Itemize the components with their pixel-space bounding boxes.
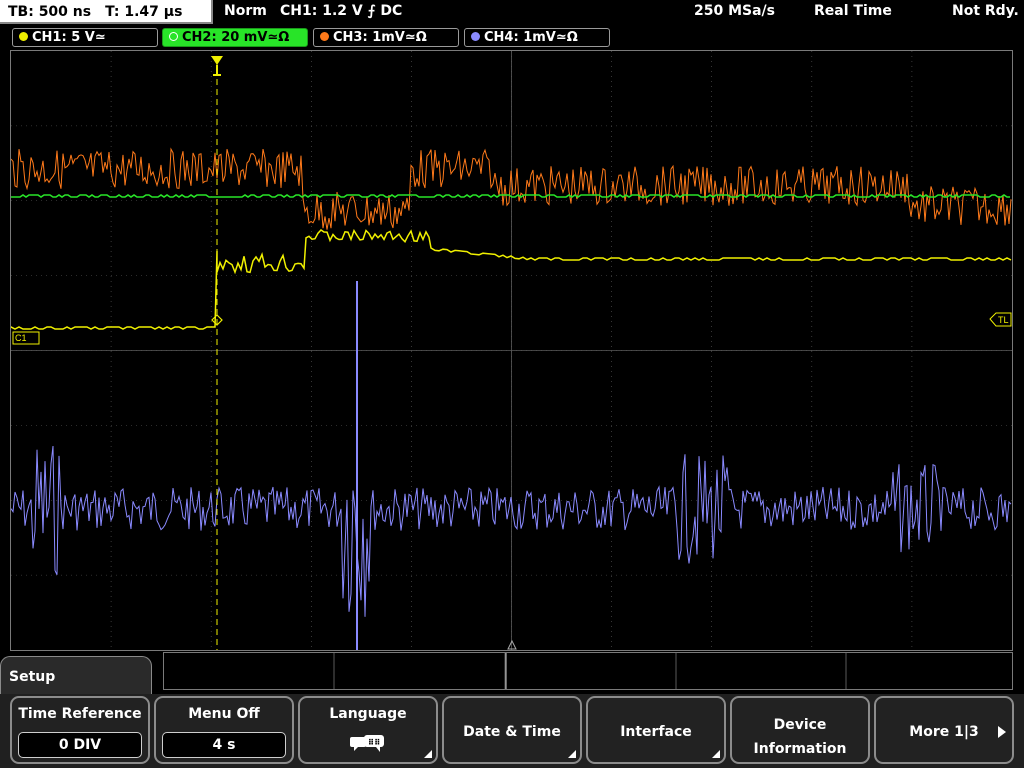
zoom-overview-box bbox=[163, 652, 1013, 690]
menu-off-button[interactable]: Menu Off 4 s bbox=[154, 696, 294, 764]
time-reference-button[interactable]: Time Reference 0 DIV bbox=[10, 696, 150, 764]
sample-rate: 250 MSa/s bbox=[694, 3, 776, 19]
menu-title: Setup bbox=[9, 669, 56, 685]
waveform-display[interactable]: TL C1 bbox=[10, 50, 1013, 651]
svg-text:⠿⠿: ⠿⠿ bbox=[368, 738, 381, 747]
overview-grid bbox=[333, 653, 847, 689]
trigger-time-value: T: 1.47 µs bbox=[105, 4, 183, 20]
softkey-title: Menu Off bbox=[188, 706, 260, 722]
timebase-box[interactable]: TB: 500 ns T: 1.47 µs bbox=[0, 0, 213, 24]
submenu-indicator-icon bbox=[568, 750, 576, 758]
language-button[interactable]: Language ⠿⠿ bbox=[298, 696, 438, 764]
trigger-mode: Norm bbox=[224, 3, 267, 19]
speech-bubbles-icon: ⠿⠿ bbox=[350, 735, 384, 752]
softkey-title: Interface bbox=[620, 724, 692, 740]
time-reference-value: 0 DIV bbox=[18, 732, 142, 758]
ch1-trace bbox=[11, 228, 1012, 330]
acquisition-mode: Real Time bbox=[814, 3, 892, 19]
trigger-level-label: TL bbox=[998, 315, 1009, 325]
date-time-button[interactable]: Date & Time bbox=[442, 696, 582, 764]
ch2-trace bbox=[11, 194, 1010, 198]
channel-label: CH2: 20 mV≃Ω bbox=[182, 30, 290, 45]
softkey-title-line2: Information bbox=[753, 741, 847, 757]
ch1-marker-label: C1 bbox=[15, 333, 27, 343]
softkey-title: Language bbox=[329, 706, 407, 722]
softkey-title: More 1|3 bbox=[909, 724, 979, 740]
ch3-color-dot bbox=[320, 32, 329, 41]
ch2-color-dot bbox=[169, 32, 178, 41]
trigger-position-icon[interactable] bbox=[211, 56, 223, 76]
submenu-indicator-icon bbox=[712, 750, 720, 758]
submenu-indicator-icon bbox=[424, 750, 432, 758]
graticule-grid bbox=[11, 51, 1012, 650]
channel-label: CH4: 1mV≃Ω bbox=[484, 30, 578, 45]
horizontal-position-marker bbox=[507, 639, 517, 650]
menu-off-value: 4 s bbox=[162, 732, 286, 758]
softkey-title: Date & Time bbox=[463, 724, 561, 740]
interface-button[interactable]: Interface bbox=[586, 696, 726, 764]
channel-tab-ch1[interactable]: CH1: 5 V≃ bbox=[12, 28, 158, 47]
softkey-bar: Time Reference 0 DIV Menu Off 4 s Langua… bbox=[0, 694, 1024, 768]
acquisition-status: Not Rdy. bbox=[952, 3, 1019, 19]
next-page-icon bbox=[998, 726, 1006, 738]
status-bar: TB: 500 ns T: 1.47 µs Norm CH1: 1.2 V ⨍ D… bbox=[0, 0, 1024, 26]
ch1-ground-marker[interactable]: C1 bbox=[12, 331, 40, 345]
ch4-color-dot bbox=[471, 32, 480, 41]
trigger-info: CH1: 1.2 V ⨍ DC bbox=[280, 3, 403, 19]
channel-tab-ch2[interactable]: CH2: 20 mV≃Ω bbox=[162, 28, 308, 47]
channel-tab-ch3[interactable]: CH3: 1mV≃Ω bbox=[313, 28, 459, 47]
more-button[interactable]: More 1|3 bbox=[874, 696, 1014, 764]
softkey-title-line1: Device bbox=[773, 717, 827, 733]
device-information-button[interactable]: Device Information bbox=[730, 696, 870, 764]
channel-label: CH1: 5 V≃ bbox=[32, 30, 106, 45]
trigger-level-marker[interactable]: TL bbox=[989, 312, 1012, 327]
timebase-value: TB: 500 ns bbox=[8, 4, 92, 20]
softkey-title: Time Reference bbox=[18, 706, 142, 722]
ch1-color-dot bbox=[19, 32, 28, 41]
channel-tab-ch4[interactable]: CH4: 1mV≃Ω bbox=[464, 28, 610, 47]
ch4-trace bbox=[11, 445, 1012, 617]
channel-label: CH3: 1mV≃Ω bbox=[333, 30, 427, 45]
menu-title-tab: Setup bbox=[0, 656, 152, 696]
waveform-canvas: TL C1 bbox=[11, 51, 1012, 650]
ch3-trace bbox=[11, 147, 1012, 230]
